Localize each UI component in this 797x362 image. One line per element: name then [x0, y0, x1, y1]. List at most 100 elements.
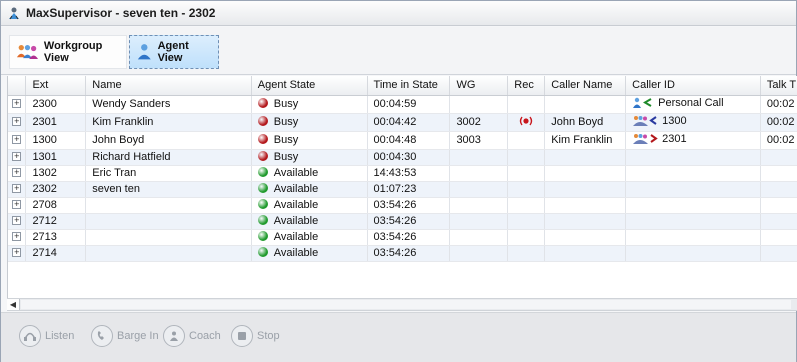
header-rec[interactable]: Rec [507, 76, 546, 96]
listen-icon [19, 325, 41, 347]
expand-cell[interactable]: + [8, 229, 27, 246]
expand-cell[interactable]: + [8, 131, 27, 150]
cell-talk-time: 00:02 [760, 131, 797, 150]
cell-talk-time [760, 149, 797, 166]
cell-wg [449, 149, 509, 166]
caller-id-text: Personal Call [658, 96, 724, 109]
header-talk-time[interactable]: Talk T [760, 76, 797, 96]
cell-caller-id [625, 213, 761, 230]
cell-ext: 2713 [25, 229, 87, 246]
header-wg[interactable]: WG [449, 76, 509, 96]
cell-wg: 3002 [449, 113, 509, 132]
table-row[interactable]: +2300 Wendy Sanders Busy 00:04:59 Personal C… [8, 95, 797, 114]
cell-rec [507, 181, 546, 198]
workgroup-view-button[interactable]: Workgroup View [9, 35, 127, 69]
header-caller-id[interactable]: Caller ID [625, 76, 761, 96]
table-row[interactable]: +2712 Available 03:54:26 [8, 213, 797, 230]
cell-ext: 1301 [25, 149, 87, 166]
expand-plus-icon[interactable]: + [12, 216, 22, 226]
cell-ext: 1302 [25, 165, 87, 182]
expand-plus-icon[interactable]: + [12, 117, 22, 127]
expand-plus-icon[interactable]: + [12, 99, 22, 109]
agent-state-text: Available [273, 198, 319, 211]
app-logo-icon [9, 7, 19, 20]
cell-rec [507, 229, 546, 246]
table-row[interactable]: +2713 Available 03:54:26 [8, 229, 797, 246]
table-row[interactable]: +2301 Kim Franklin Busy 00:04:42 3002 John Bo… [8, 113, 797, 132]
expand-cell[interactable]: + [8, 197, 27, 214]
cell-caller-id: 1300 [625, 113, 761, 132]
cell-ext: 2302 [25, 181, 87, 198]
cell-caller-id [625, 149, 761, 166]
cell-wg [449, 197, 509, 214]
expand-plus-icon[interactable]: + [12, 232, 22, 242]
table-row[interactable]: +2708 Available 03:54:26 [8, 197, 797, 214]
table-row[interactable]: +1301 Richard Hatfield Busy 00:04:30 [8, 149, 797, 166]
cell-time-in-state: 01:07:23 [367, 181, 451, 198]
state-indicator-icon [257, 198, 268, 209]
cell-rec [507, 165, 546, 182]
listen-button[interactable]: Listen [19, 323, 74, 349]
expand-cell[interactable]: + [8, 245, 27, 262]
expand-plus-icon[interactable]: + [12, 248, 22, 258]
barge-in-button[interactable]: Barge In [91, 323, 159, 349]
stop-button[interactable]: Stop [231, 323, 280, 349]
cell-wg [449, 181, 509, 198]
caller-id-text: 1300 [662, 114, 687, 127]
cell-time-in-state: 00:04:59 [367, 95, 451, 114]
cell-time-in-state: 03:54:26 [367, 213, 451, 230]
table-row[interactable]: +1302 Eric Tran Available 14:43:53 [8, 165, 797, 182]
expand-plus-icon[interactable]: + [12, 135, 22, 145]
cell-wg [449, 245, 509, 262]
horizontal-scrollbar[interactable]: ◀ [7, 298, 797, 311]
header-agent-state[interactable]: Agent State [251, 76, 368, 96]
header-name[interactable]: Name [85, 76, 252, 96]
cell-rec [507, 149, 546, 166]
expand-cell[interactable]: + [8, 95, 27, 114]
expand-cell[interactable]: + [8, 149, 27, 166]
agent-state-text: Available [273, 166, 319, 179]
cell-agent-state: Available [251, 213, 368, 230]
agent-state-text: Available [273, 182, 319, 195]
expand-cell[interactable]: + [8, 181, 27, 198]
agent-table: Ext Name Agent State Time in State WG Re… [8, 76, 797, 262]
scrollbar-thumb[interactable] [21, 300, 791, 309]
header-time-in-state[interactable]: Time in State [367, 76, 451, 96]
expand-plus-icon[interactable]: + [12, 152, 22, 162]
expand-plus-icon[interactable]: + [12, 168, 22, 178]
cell-caller-id: Personal Call [625, 95, 761, 114]
expand-cell[interactable]: + [8, 165, 27, 182]
expand-plus-icon[interactable]: + [12, 200, 22, 210]
state-indicator-icon [257, 230, 268, 241]
scroll-left-arrow-icon[interactable]: ◀ [7, 299, 20, 310]
cell-rec [507, 197, 546, 214]
cell-wg [449, 165, 509, 182]
cell-time-in-state: 03:54:26 [367, 229, 451, 246]
expand-cell[interactable]: + [8, 213, 27, 230]
agent-view-button[interactable]: Agent View [129, 35, 219, 69]
table-row[interactable]: +2714 Available 03:54:26 [8, 245, 797, 262]
cell-caller-id [625, 165, 761, 182]
table-row[interactable]: +2302 seven ten Available 01:07:23 [8, 181, 797, 198]
header-caller-name[interactable]: Caller Name [544, 76, 627, 96]
cell-caller-name: John Boyd [544, 113, 627, 132]
group-inbound-icon [632, 115, 658, 131]
expand-plus-icon[interactable]: + [12, 184, 22, 194]
expand-cell[interactable]: + [8, 113, 27, 132]
agent-state-text: Busy [273, 115, 299, 128]
table-row[interactable]: +1300 John Boyd Busy 00:04:48 3003 Kim Frankl… [8, 131, 797, 150]
cell-agent-state: Available [251, 245, 368, 262]
coach-button[interactable]: Coach [163, 323, 221, 349]
header-ext[interactable]: Ext [25, 76, 87, 96]
caller-id-text: 2301 [662, 132, 687, 145]
agent-state-text: Busy [273, 133, 299, 146]
cell-time-in-state: 14:43:53 [367, 165, 451, 182]
agent-state-text: Busy [273, 150, 299, 163]
cell-rec [507, 213, 546, 230]
cell-caller-name [544, 229, 627, 246]
cell-wg [449, 229, 509, 246]
supervisor-actions-bar: Listen Barge In Coach Stop [1, 312, 796, 362]
cell-talk-time: 00:02 [760, 113, 797, 132]
title-bar: MaxSupervisor - seven ten - 2302 [1, 1, 796, 26]
agent-state-text: Busy [273, 97, 299, 110]
